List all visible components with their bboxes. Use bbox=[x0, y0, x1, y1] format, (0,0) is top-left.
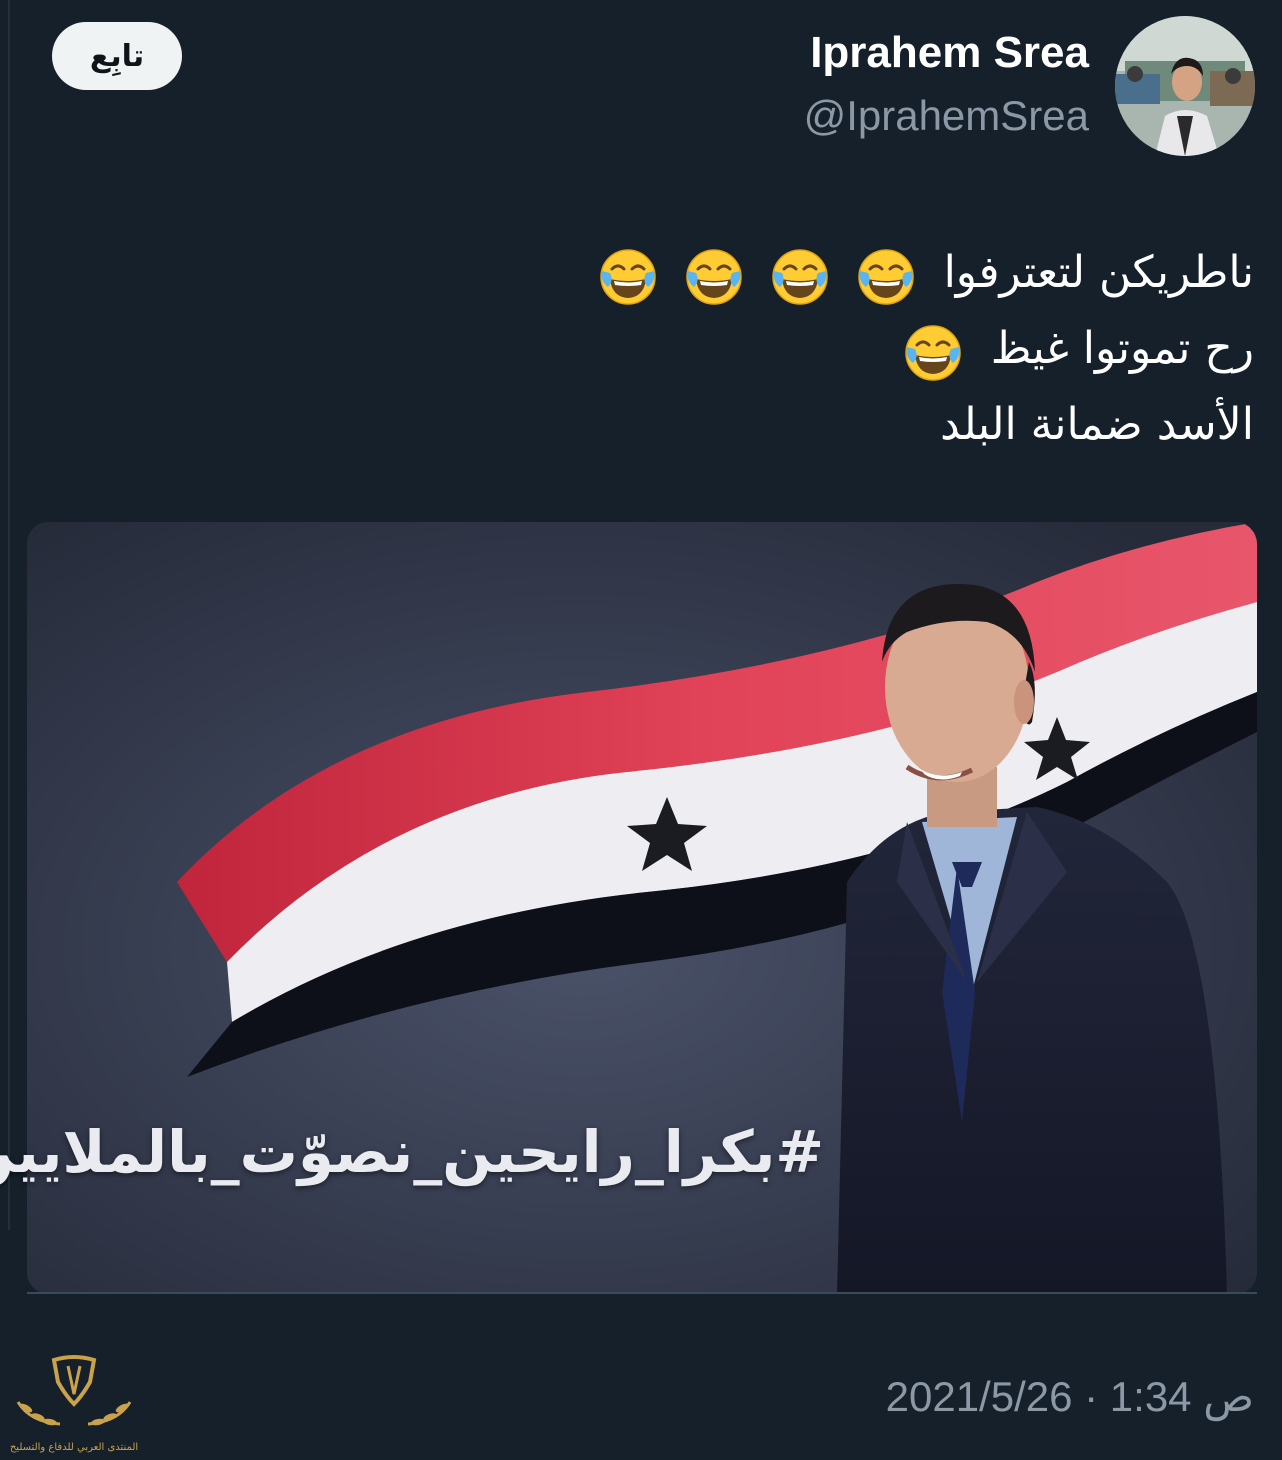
face-with-tears-of-joy-emoji bbox=[599, 249, 656, 305]
emoji-group bbox=[586, 238, 916, 312]
tweet-text: ناطريكن لتعترفوا رح تموتوا غيظ الأسد ضما… bbox=[354, 236, 1254, 462]
tweet-timestamp[interactable]: 2021/5/26 · 1:34 ص bbox=[886, 1372, 1254, 1421]
tweet-line-text: الأسد ضمانة البلد bbox=[940, 399, 1254, 450]
media-hashtag-caption: #بكرا_رايحين_نصوّت_بالملايين bbox=[0, 1118, 824, 1186]
svg-text:المنتدى العربي للدفاع والتسليح: المنتدى العربي للدفاع والتسليح bbox=[10, 1442, 138, 1453]
tweet-line: رح تموتوا غيظ bbox=[354, 312, 1254, 388]
emoji-group bbox=[891, 314, 963, 388]
display-name[interactable]: Iprahem Srea bbox=[810, 28, 1089, 78]
media-divider bbox=[27, 1292, 1257, 1294]
face-with-tears-of-joy-emoji bbox=[904, 325, 961, 381]
tweet-line: ناطريكن لتعترفوا bbox=[354, 236, 1254, 312]
tweet-line: الأسد ضمانة البلد bbox=[354, 388, 1254, 462]
face-with-tears-of-joy-emoji bbox=[857, 249, 914, 305]
tweet-line-text: رح تموتوا غيظ bbox=[990, 323, 1254, 374]
follow-button[interactable]: تابِع bbox=[52, 22, 182, 90]
face-with-tears-of-joy-emoji bbox=[685, 249, 742, 305]
forum-watermark-logo: المنتدى العربي للدفاع والتسليح bbox=[10, 1352, 138, 1456]
user-handle[interactable]: @IprahemSrea bbox=[804, 92, 1089, 140]
avatar[interactable] bbox=[1115, 16, 1255, 156]
tweet-line-text: ناطريكن لتعترفوا bbox=[943, 247, 1254, 298]
face-with-tears-of-joy-emoji bbox=[771, 249, 828, 305]
timeline-divider bbox=[8, 0, 10, 1230]
